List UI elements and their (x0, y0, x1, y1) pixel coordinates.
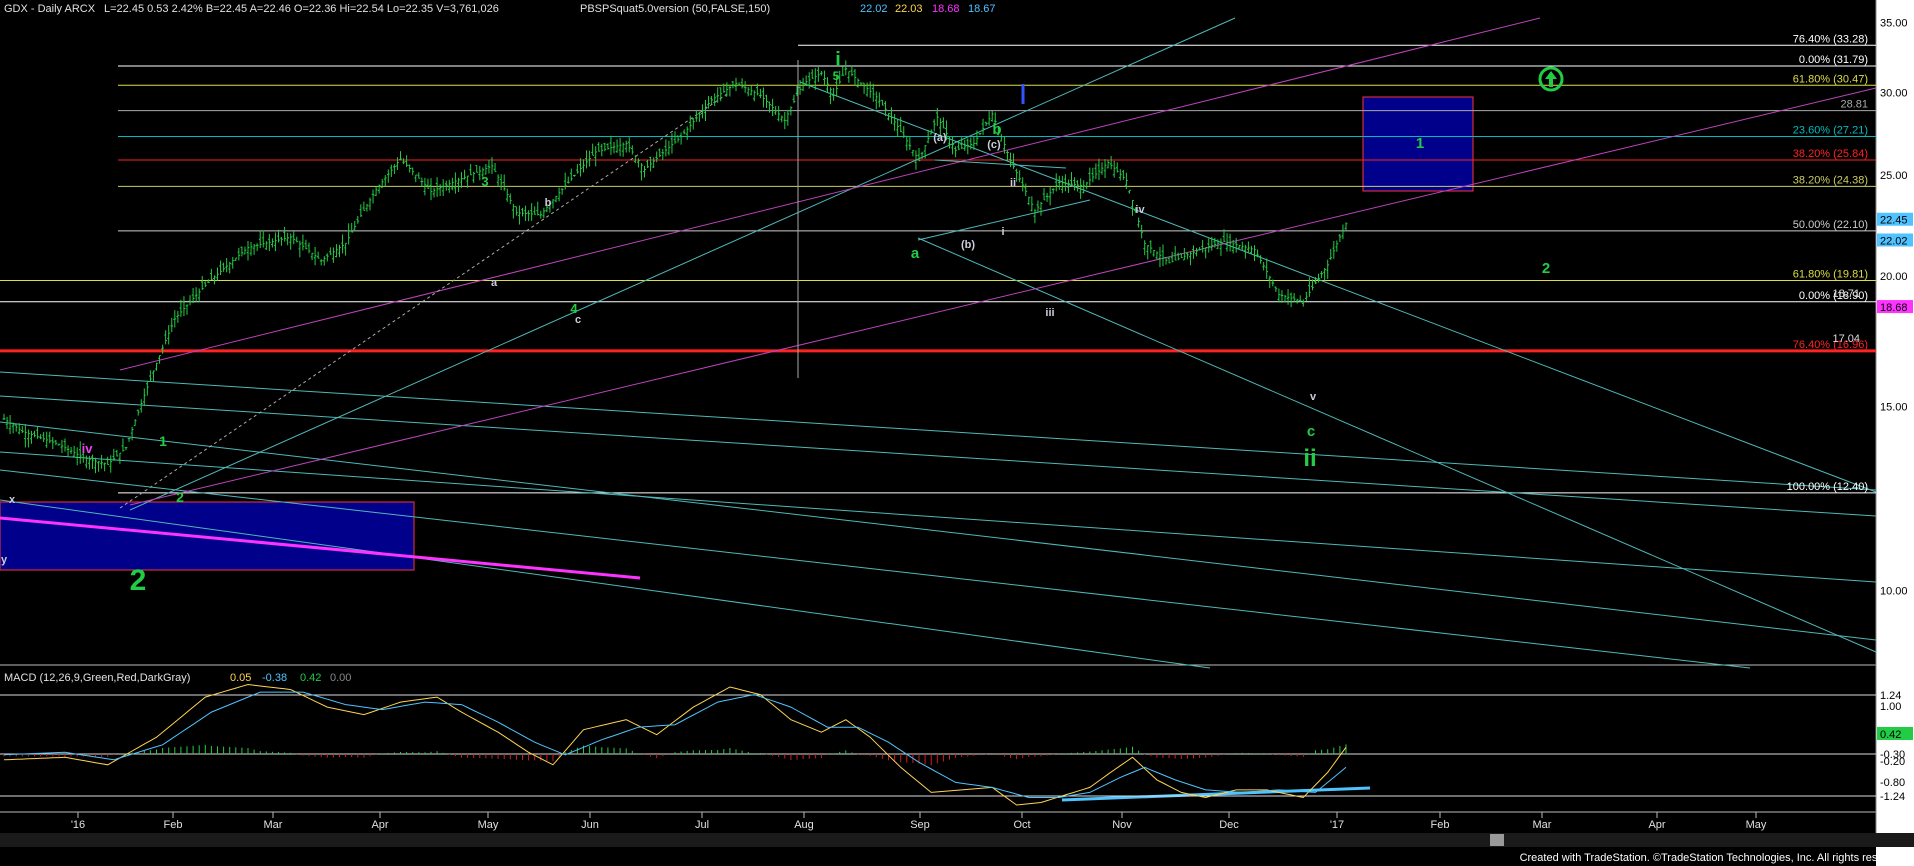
price-label-0: 22.45 (1880, 215, 1908, 227)
price-axis-tick-0: 35.00 (1880, 17, 1908, 29)
channel-line-0 (0, 395, 1877, 517)
wave-label-4: b (992, 121, 1001, 138)
macd-line (3, 683, 1347, 806)
level-label-6: 38.20% (24.38) (1793, 174, 1868, 186)
macd-header-label: MACD (12,26,9,Green,Red,DarkGray) (4, 672, 190, 684)
chart-header-quote: L=22.45 0.53 2.42% B=22.45 A=22.46 O=22.… (104, 3, 499, 15)
time-label-6: Jul (695, 819, 709, 831)
wave-label-7: ii (1303, 445, 1316, 472)
level-label-11: 100.00% (12.40) (1787, 481, 1868, 493)
time-label-13: Feb (1431, 819, 1450, 831)
channel-line-10 (129, 87, 1877, 506)
channel-line-15 (119, 91, 731, 509)
macd-axis-tick-4: -0.80 (1880, 777, 1905, 789)
chart-header-ind-value-1: 22.02 (860, 3, 888, 15)
channel-line-9 (119, 17, 1541, 371)
wave-label-16: (c) (987, 139, 1001, 151)
wave-label-18: a (491, 277, 498, 289)
wave-label-9: 2 (1542, 260, 1550, 277)
time-label-10: Nov (1112, 819, 1132, 831)
time-label-8: Sep (910, 819, 930, 831)
chart-header-symbol: GDX - Daily ARCX (4, 3, 96, 15)
time-label-1: Feb (164, 819, 183, 831)
wave-label-6: c (1307, 423, 1315, 440)
macd-header-value-1: 0.05 (230, 672, 251, 684)
level-label-1: 0.00% (31.79) (1799, 54, 1868, 66)
time-label-15: Apr (1648, 819, 1665, 831)
price-axis-tick-4: 15.00 (1880, 402, 1908, 414)
macd-axis-tick-1: 1.00 (1880, 701, 1901, 713)
wave-label-15: (b) (961, 239, 975, 251)
wave-label-2: 3 (481, 174, 488, 189)
level-label-2: 61.80% (30.47) (1793, 73, 1868, 85)
time-label-12: '17 (1330, 819, 1344, 831)
wave-label-5: a (911, 245, 920, 262)
level-label-3: 28.81 (1840, 99, 1868, 111)
wave-label-17: b (545, 197, 552, 209)
wave-label-11: 2 (176, 489, 184, 505)
level-label-0: 76.40% (33.28) (1793, 33, 1868, 45)
time-label-3: Apr (371, 819, 388, 831)
time-label-5: Jun (581, 819, 599, 831)
wave-label-26: y (1, 554, 8, 566)
level-label-5: 38.20% (25.84) (1793, 148, 1868, 160)
level-label-7: 50.00% (22.10) (1793, 219, 1868, 231)
extra-price-text-0: 18.71 (1832, 288, 1860, 300)
time-label-0: '16 (71, 819, 85, 831)
macd-axis-tick-3: -0.20 (1880, 756, 1905, 768)
wave-label-25: x (9, 494, 16, 506)
channel-line-14 (1061, 786, 1371, 802)
wave-label-14: (a) (933, 132, 947, 144)
macd-axis-tick-5: -1.24 (1880, 791, 1905, 803)
price-axis-tick-5: 10.00 (1880, 585, 1908, 597)
price-axis-tick-1: 30.00 (1880, 87, 1908, 99)
up-arrow-head-icon (1545, 71, 1557, 87)
wave-label-20: ii (1010, 177, 1016, 189)
wave-label-13: iv (82, 441, 94, 456)
time-label-4: May (478, 819, 499, 831)
wave-label-24: v (1310, 391, 1317, 403)
price-axis-tick-2: 25.00 (1880, 170, 1908, 182)
wave-label-19: c (575, 314, 581, 326)
price-label-2: 18.68 (1880, 302, 1908, 314)
channel-line-13 (934, 159, 1067, 169)
chart-header-ind-value-4: 18.67 (968, 3, 996, 15)
macd-header-value-2: -0.38 (262, 672, 287, 684)
time-label-16: May (1746, 819, 1767, 831)
tradestation-credit: Created with TradeStation. ©TradeStation… (1519, 852, 1908, 864)
macd-last-value: 0.42 (1880, 729, 1901, 741)
chart-header-ind-value-3: 18.68 (932, 3, 960, 15)
wave-label-0: i (835, 49, 841, 71)
time-label-9: Oct (1013, 819, 1030, 831)
wave-label-23: iv (1135, 204, 1145, 216)
wave-label-1: 5 (833, 69, 840, 83)
channel-line-1 (0, 499, 1211, 669)
level-label-8: 61.80% (19.81) (1793, 268, 1868, 280)
price-axis-tick-3: 20.00 (1880, 271, 1908, 283)
extra-price-text-1: 17.04 (1832, 333, 1860, 345)
macd-header-value-4: 0.00 (330, 672, 351, 684)
chart-header-indicator: PBSPSquat5.0version (50,FALSE,150) (580, 3, 770, 15)
macd-header-value-3: 0.42 (300, 672, 321, 684)
wave-label-8: 1 (1416, 135, 1424, 152)
time-label-7: Aug (794, 819, 814, 831)
channel-line-7 (0, 371, 1877, 491)
time-label-14: Mar (1533, 819, 1552, 831)
wave-label-10: 1 (159, 433, 167, 449)
chart-header-ind-value-2: 22.03 (895, 3, 923, 15)
time-label-2: Mar (264, 819, 283, 831)
chart-scrollbar[interactable] (0, 833, 1914, 847)
price-label-1: 22.02 (1880, 235, 1908, 247)
macd-signal-line (3, 691, 1347, 798)
chart-scroll-thumb[interactable] (1490, 834, 1504, 846)
gdx-daily-chart: 35.0030.0025.0020.0015.0010.0076.40% (33… (0, 0, 1914, 866)
channel-line-4 (129, 17, 1236, 511)
wave-label-22: iii (1045, 307, 1054, 319)
wave-label-12: 2 (130, 564, 147, 597)
time-label-11: Dec (1219, 819, 1239, 831)
wave-label-21: i (1001, 226, 1004, 238)
level-label-4: 23.60% (27.21) (1793, 125, 1868, 137)
